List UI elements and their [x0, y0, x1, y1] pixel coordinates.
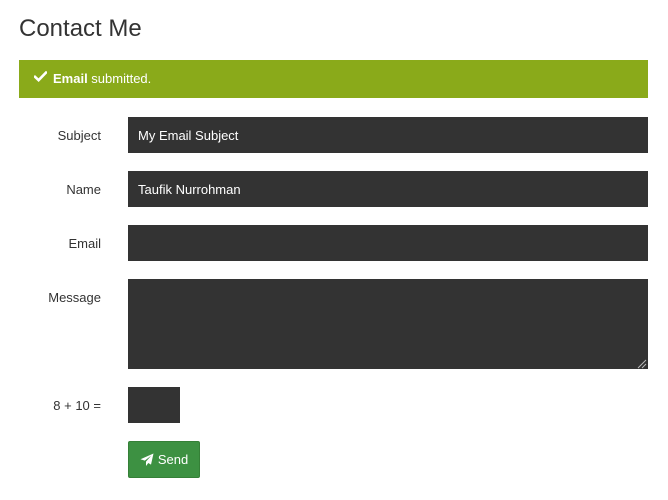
- name-input[interactable]: [128, 171, 648, 207]
- success-alert: Email submitted.: [19, 60, 648, 98]
- alert-strong-text: Email: [53, 71, 88, 86]
- message-label: Message: [48, 290, 101, 305]
- check-icon: [33, 59, 48, 97]
- subject-label: Subject: [57, 128, 101, 143]
- page-title: Contact Me: [19, 15, 142, 42]
- captcha-input[interactable]: [128, 387, 180, 423]
- subject-input[interactable]: [128, 117, 648, 153]
- resize-grip-icon[interactable]: [636, 356, 647, 369]
- send-button-label: Send: [157, 452, 189, 467]
- captcha-label: 8 + 10 =: [53, 398, 101, 413]
- email-input[interactable]: [128, 225, 648, 261]
- paper-plane-icon: [140, 453, 154, 467]
- alert-text: submitted.: [87, 71, 152, 86]
- email-label: Email: [68, 236, 101, 251]
- message-textarea[interactable]: [128, 279, 648, 369]
- name-label: Name: [66, 182, 101, 197]
- send-button[interactable]: Send: [128, 441, 200, 478]
